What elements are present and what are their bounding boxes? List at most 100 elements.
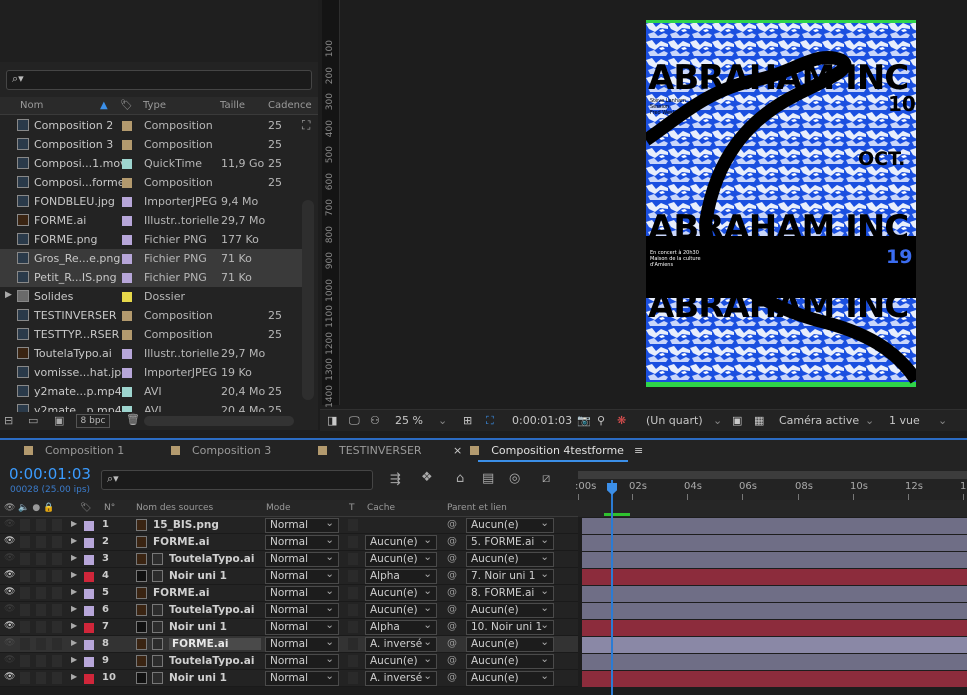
audio-toggle[interactable] — [20, 570, 30, 582]
audio-toggle[interactable] — [20, 553, 30, 565]
view-chevron-icon[interactable]: ⌄ — [938, 414, 947, 427]
preserve-transparency-toggle[interactable] — [348, 655, 358, 667]
label-swatch[interactable] — [122, 216, 132, 226]
column-name[interactable]: Nom — [20, 100, 43, 111]
column-cache[interactable]: Cache — [367, 503, 395, 513]
parent-select[interactable]: Aucun(e) — [466, 636, 554, 652]
visibility-eye-icon[interactable]: 👁 — [4, 553, 15, 563]
layer-name[interactable]: Noir uni 1 — [169, 621, 227, 633]
layer-duration-bar[interactable] — [582, 637, 967, 653]
layer-name[interactable]: ToutelaTypo.ai — [169, 553, 254, 565]
solo-toggle[interactable] — [36, 536, 46, 548]
visibility-eye-icon[interactable]: 👁 — [4, 536, 15, 546]
visibility-eye-icon[interactable]: 👁 — [4, 621, 15, 631]
graph-editor-icon[interactable]: ⧄ — [542, 471, 550, 486]
pickwhip-icon[interactable]: @ — [447, 570, 457, 581]
column-cadence[interactable]: Cadence — [268, 100, 312, 111]
visibility-eye-icon[interactable]: 👁 — [4, 570, 15, 580]
layer-label-color[interactable] — [84, 674, 94, 684]
layer-label-color[interactable] — [84, 657, 94, 667]
visibility-eye-icon[interactable]: 👁 — [4, 587, 15, 597]
mask-visibility-icon[interactable]: ⛶ — [486, 414, 494, 428]
label-column-icon[interactable]: 🏷 — [120, 100, 133, 111]
label-swatch[interactable] — [122, 121, 132, 131]
layer-duration-bar[interactable] — [582, 552, 967, 568]
visibility-eye-icon[interactable]: 👁 — [4, 519, 15, 529]
parent-select[interactable]: Aucun(e) — [466, 602, 554, 618]
blend-mode-select[interactable]: Normal — [265, 568, 339, 584]
layer-duration-bar[interactable] — [582, 620, 967, 636]
blend-mode-select[interactable]: Normal — [265, 670, 339, 686]
resolution-select[interactable]: (Un quart) — [646, 414, 703, 427]
label-column-icon[interactable]: 🏷 — [80, 503, 91, 513]
layer-name[interactable]: 15_BIS.png — [153, 519, 219, 531]
layer-row[interactable]: 👁 ▶ 9 ToutelaTypo.ai Normal Aucun(e) @ Aucun(e) — [0, 653, 578, 670]
expand-triangle-icon[interactable]: ▶ — [71, 570, 77, 579]
column-source-name[interactable]: Nom des sources — [136, 503, 213, 513]
preserve-transparency-toggle[interactable] — [348, 570, 358, 582]
label-swatch[interactable] — [122, 197, 132, 207]
audio-toggle[interactable] — [20, 672, 30, 684]
timeline-search-input[interactable]: ⌕▾ — [101, 470, 373, 490]
audio-toggle[interactable] — [20, 621, 30, 633]
blend-mode-select[interactable]: Normal — [265, 602, 339, 618]
lock-toggle[interactable] — [52, 553, 62, 565]
label-swatch[interactable] — [122, 292, 132, 302]
project-item[interactable]: Gros_Re...e.png Fichier PNG 71 Ko — [0, 249, 302, 268]
track-matte-select[interactable]: Aucun(e) — [365, 653, 437, 669]
layer-name[interactable]: Noir uni 1 — [169, 570, 227, 582]
solo-toggle[interactable] — [36, 655, 46, 667]
layer-duration-bar[interactable] — [582, 671, 967, 687]
preserve-transparency-toggle[interactable] — [348, 587, 358, 599]
visibility-eye-icon[interactable]: 👁 — [4, 638, 15, 648]
blend-mode-select[interactable]: Normal — [265, 551, 339, 567]
solo-toggle[interactable] — [36, 604, 46, 616]
pickwhip-icon[interactable]: @ — [447, 536, 457, 547]
layer-name[interactable]: FORME.ai — [153, 536, 209, 548]
track-matte-select[interactable]: Alpha — [365, 568, 437, 584]
audio-toggle[interactable] — [20, 519, 30, 531]
project-item[interactable]: vomisse...hat.jpg ImporterJPEG 19 Ko — [0, 363, 302, 382]
layer-duration-bar[interactable] — [582, 654, 967, 670]
layer-row[interactable]: 👁 ▶ 10 Noir uni 1 Normal A. inversé @ Aucun(e) — [0, 670, 578, 687]
lock-toggle[interactable] — [52, 655, 62, 667]
flowchart-icon[interactable]: ⛶ — [302, 118, 310, 133]
blend-mode-select[interactable]: Normal — [265, 585, 339, 601]
timeline-tab[interactable]: × Composition 4testforme ≡ — [453, 444, 643, 457]
lock-toggle[interactable] — [52, 638, 62, 650]
parent-select[interactable]: 5. FORME.ai — [466, 534, 554, 550]
layer-name[interactable]: FORME.ai — [169, 638, 261, 650]
layer-label-color[interactable] — [84, 589, 94, 599]
project-item[interactable]: ToutelaTypo.ai Illustr..torielle 29,7 Mo — [0, 344, 302, 363]
column-t[interactable]: T — [349, 503, 355, 513]
trash-icon[interactable]: 🗑 — [126, 413, 140, 426]
frame-blending-icon[interactable]: ▤ — [482, 471, 494, 486]
audio-toggle[interactable] — [20, 587, 30, 599]
monitor-icon[interactable]: 🖵 — [349, 414, 360, 428]
draft-3d-icon[interactable]: ❖ — [421, 470, 433, 485]
lock-toggle[interactable] — [52, 570, 62, 582]
column-number[interactable]: N° — [104, 503, 115, 513]
solo-toggle[interactable] — [36, 519, 46, 531]
av-features-icon[interactable]: 👁 🔈 ● 🔒 — [4, 503, 54, 513]
solo-toggle[interactable] — [36, 553, 46, 565]
track-matte-select[interactable]: A. inversé — [365, 670, 437, 686]
project-item[interactable]: TESTINVERSER Composition 25 — [0, 306, 302, 325]
layer-label-color[interactable] — [84, 640, 94, 650]
motion-blur-icon[interactable]: ◎ — [509, 471, 520, 486]
layer-row[interactable]: 👁 ▶ 5 FORME.ai Normal Aucun(e) @8. FORME.ai — [0, 585, 578, 602]
layer-label-color[interactable] — [84, 555, 94, 565]
track-matte-select[interactable]: Aucun(e) — [365, 551, 437, 567]
visibility-eye-icon[interactable]: 👁 — [4, 655, 15, 665]
timeline-current-time[interactable]: 0:00:01:03 — [9, 465, 91, 483]
camera-select[interactable]: Caméra active — [779, 414, 859, 427]
layer-label-color[interactable] — [84, 623, 94, 633]
preserve-transparency-toggle[interactable] — [348, 604, 358, 616]
column-mode[interactable]: Mode — [266, 503, 291, 513]
interpret-footage-icon[interactable]: ⊟ — [4, 414, 13, 427]
label-swatch[interactable] — [122, 349, 132, 359]
lock-toggle[interactable] — [52, 587, 62, 599]
transparency-grid-icon[interactable]: ▦ — [754, 414, 764, 427]
expand-triangle-icon[interactable]: ▶ — [71, 621, 77, 630]
lock-toggle[interactable] — [52, 672, 62, 684]
